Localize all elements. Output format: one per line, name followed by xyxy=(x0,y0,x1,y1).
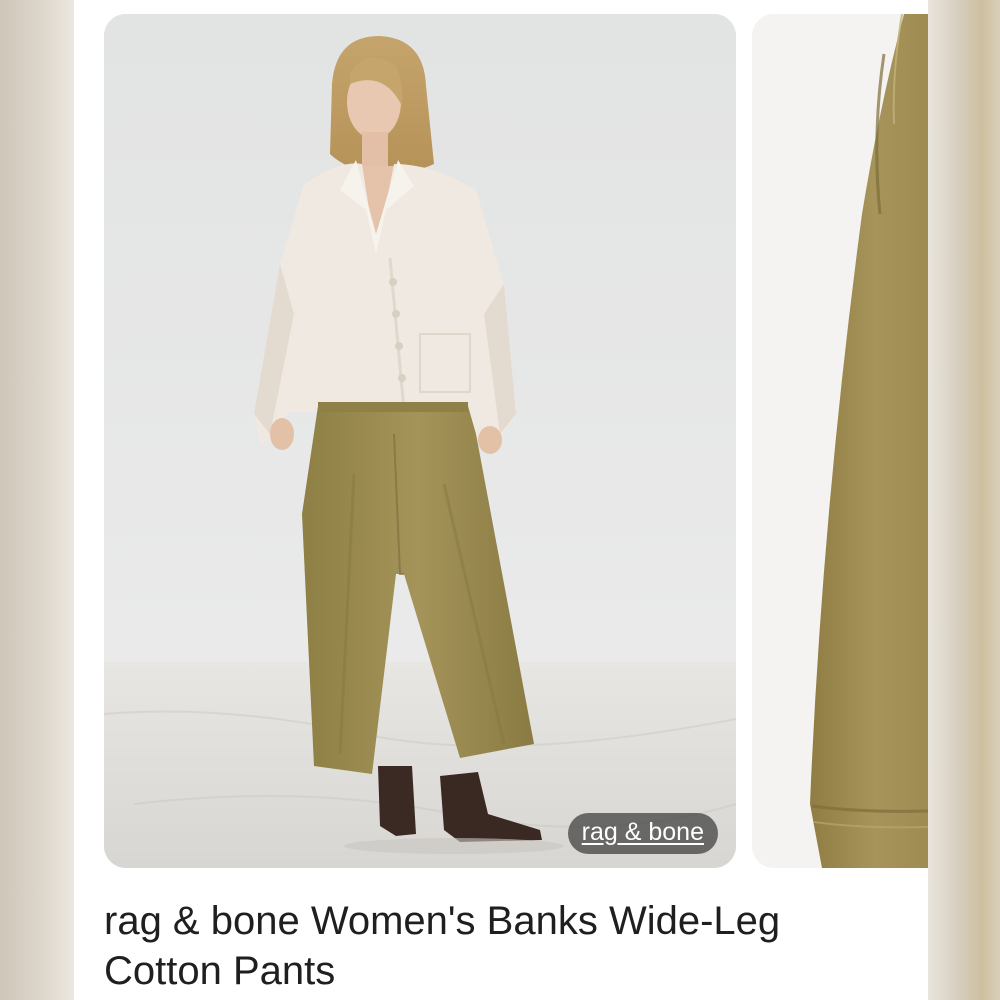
screenshot-frame: rag & bone rag & bone Women's Banks Wide… xyxy=(0,0,1000,1000)
blurred-gutter-left xyxy=(0,0,74,1000)
source-badge[interactable]: rag & bone xyxy=(567,813,718,854)
product-photo-pants-closeup xyxy=(752,14,928,868)
search-result-screen: rag & bone rag & bone Women's Banks Wide… xyxy=(74,0,928,1000)
product-photo-model-wide-leg-pants xyxy=(104,14,736,868)
product-title-link[interactable]: rag & bone Women's Banks Wide-Leg Cotton… xyxy=(104,896,884,996)
blurred-gutter-right xyxy=(928,0,1000,1000)
product-image-card[interactable]: rag & bone xyxy=(104,14,736,868)
next-product-image-card[interactable] xyxy=(752,14,928,868)
